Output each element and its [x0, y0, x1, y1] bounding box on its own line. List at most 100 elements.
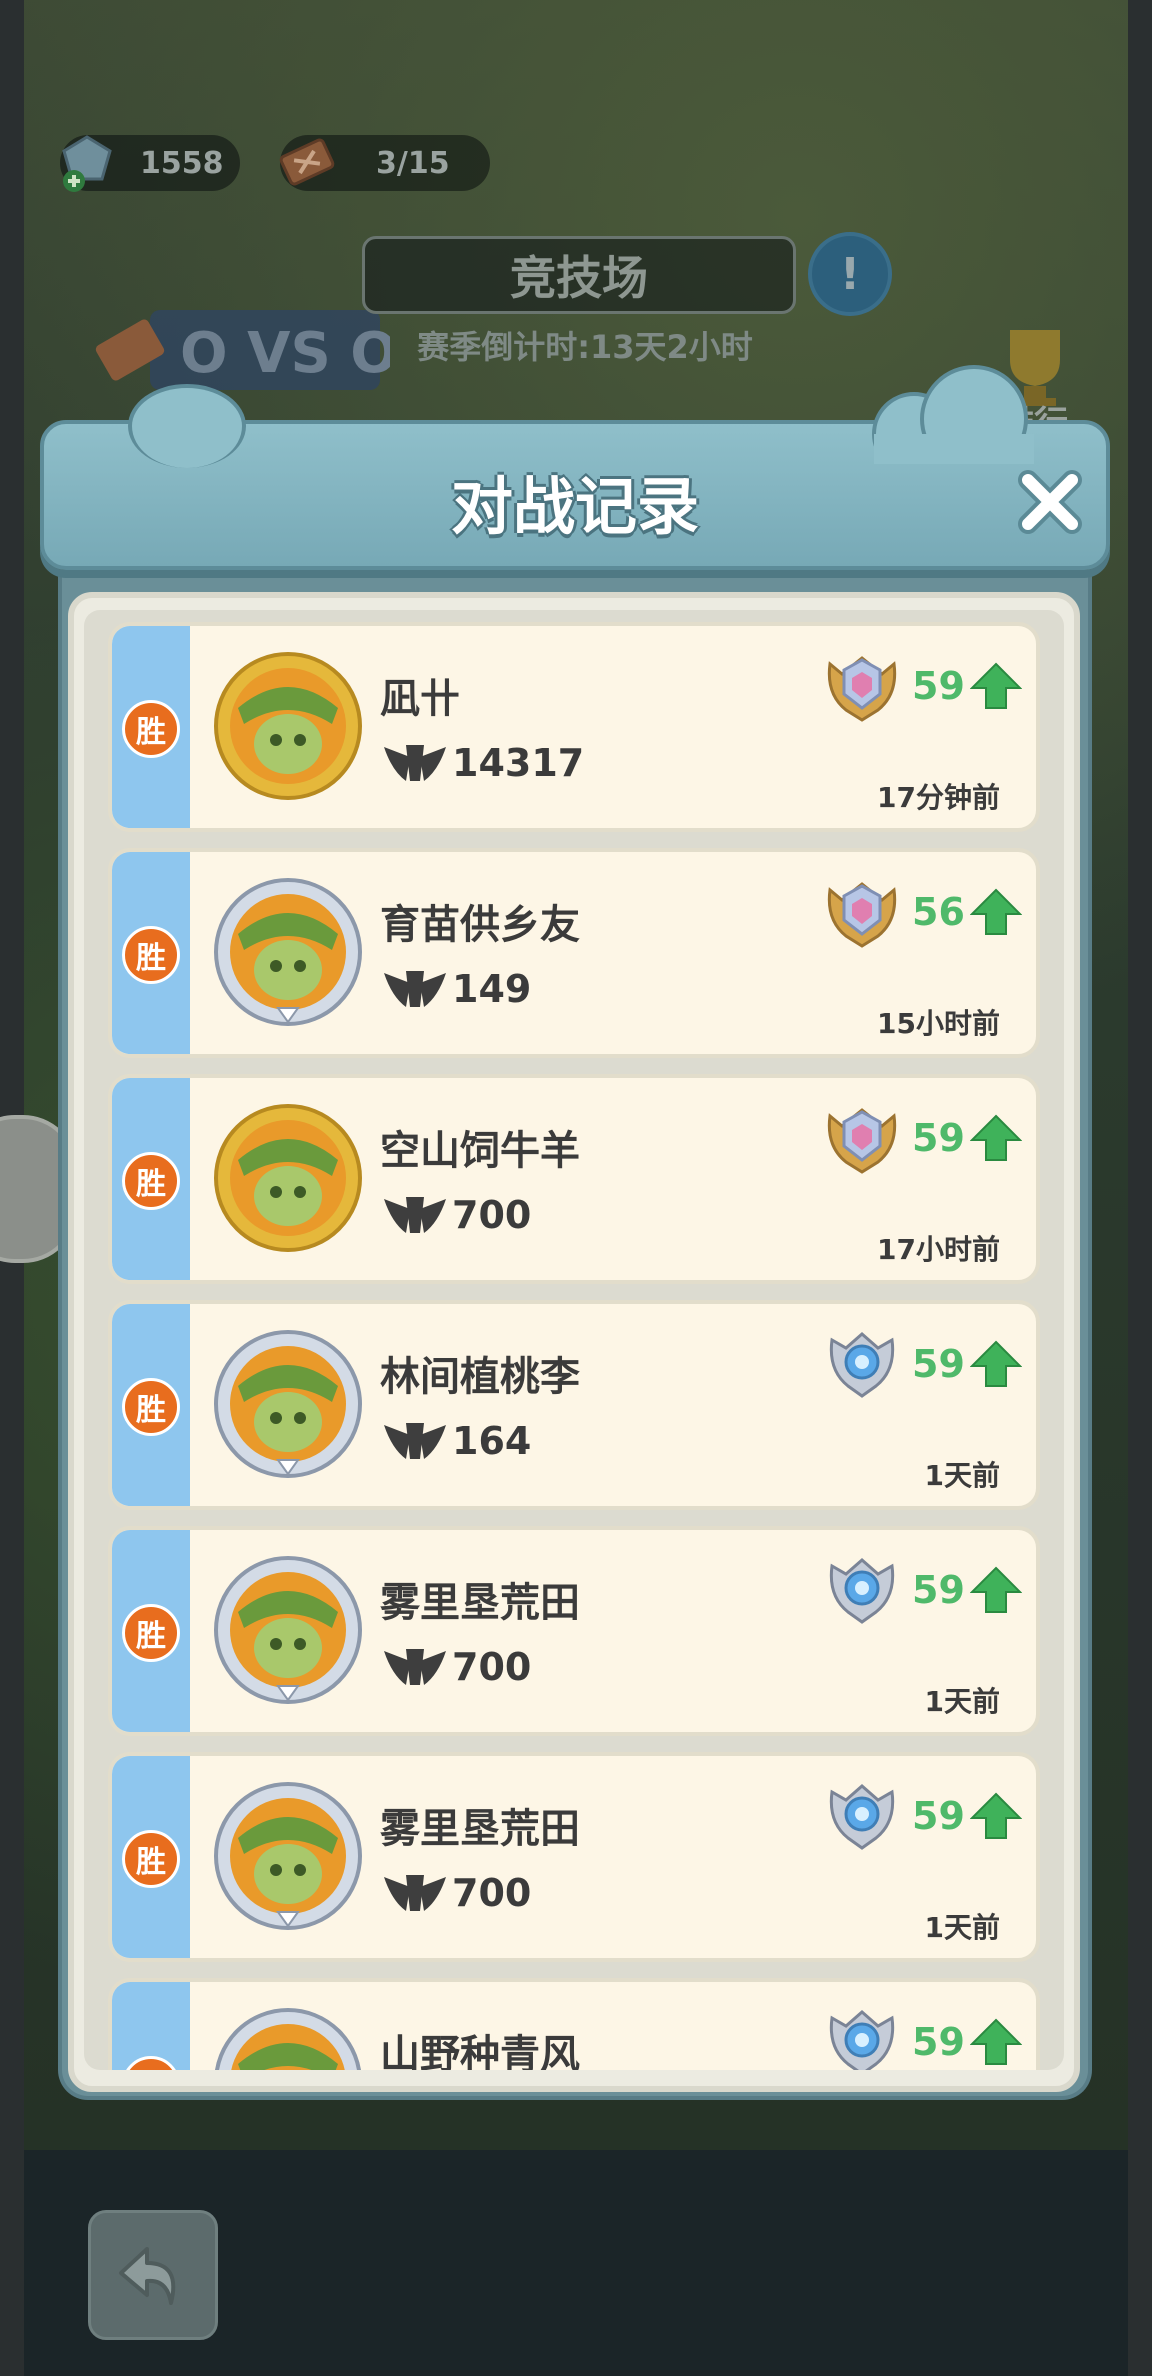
up-arrow-icon — [970, 1792, 1022, 1839]
up-arrow-icon — [970, 1340, 1022, 1387]
power-value: 14317 — [452, 741, 585, 785]
result-strip: 胜 — [112, 1982, 190, 2070]
score-value: 56 — [912, 890, 965, 934]
rank-badge-icon — [829, 2010, 895, 2070]
power-icon — [384, 1197, 446, 1233]
record-card[interactable]: 胜 空山饲牛羊 700 59 17小时前 — [108, 1074, 1040, 1284]
record-card[interactable]: 胜 山野种青风 59 — [108, 1978, 1040, 2070]
back-arrow-icon — [119, 2247, 176, 2305]
rank-badge-icon — [827, 1108, 897, 1174]
battle-record-dialog: 对战记录 胜凪卄 14317 59 17分钟前胜育苗供乡友 149 56 15小时前胜空山饲… — [40, 365, 1110, 2120]
power-icon — [384, 745, 446, 781]
score-value: 59 — [912, 1568, 965, 1612]
win-badge: 胜 — [122, 1830, 180, 1888]
power-row: 164 — [380, 1416, 531, 1466]
record-card[interactable]: 胜 雾里垦荒田 700 59 1天前 — [108, 1752, 1040, 1962]
up-arrow-icon — [970, 1114, 1022, 1161]
power-value: 700 — [452, 1193, 532, 1237]
record-time: 17分钟前 — [877, 781, 1000, 814]
arena-title: 竞技场 — [362, 236, 796, 314]
record-list[interactable]: 胜凪卄 14317 59 17分钟前胜育苗供乡友 149 56 15小时前胜空山饲牛羊 700… — [84, 610, 1064, 2070]
ticket-count: 3/15 — [376, 145, 450, 181]
player-avatar[interactable] — [208, 2002, 368, 2070]
season-countdown: 赛季倒计时:13天2小时 — [417, 328, 753, 366]
result-strip: 胜 — [112, 1530, 190, 1732]
player-name: 空山饲牛羊 — [380, 1128, 580, 1174]
record-card[interactable]: 胜 林间植桃李 164 59 1天前 — [108, 1300, 1040, 1510]
score-value: 59 — [912, 1794, 965, 1838]
power-value: 700 — [452, 1645, 532, 1689]
right-edge — [1128, 0, 1152, 2376]
record-time: 15小时前 — [877, 1007, 1000, 1040]
up-arrow-icon — [970, 2018, 1022, 2065]
rank-badge-icon — [829, 1558, 895, 1624]
power-icon — [384, 1649, 446, 1685]
player-name: 林间植桃李 — [380, 1354, 580, 1400]
rank-badge-icon — [827, 882, 897, 948]
result-strip: 胜 — [112, 852, 190, 1054]
player-name: 雾里垦荒田 — [380, 1806, 580, 1852]
up-arrow-icon — [970, 662, 1022, 709]
player-avatar[interactable] — [208, 872, 368, 1032]
rank-badge-icon — [829, 1784, 895, 1850]
score-value: 59 — [912, 664, 965, 708]
dialog-title: 对战记录 — [450, 470, 699, 543]
player-avatar[interactable] — [208, 1324, 368, 1484]
record-card[interactable]: 胜 凪卄 14317 59 17分钟前 — [108, 622, 1040, 832]
gem-count: 1558 — [140, 145, 224, 181]
result-strip: 胜 — [112, 1304, 190, 1506]
win-badge: 胜 — [122, 1604, 180, 1662]
power-icon — [384, 1423, 446, 1459]
svg-text:O VS OO: O VS OO — [180, 321, 390, 386]
vs-banner-decoration: O VS OO — [95, 310, 390, 390]
win-badge: 胜 — [122, 1378, 180, 1436]
score-value: 59 — [912, 2020, 965, 2064]
player-avatar[interactable] — [208, 1098, 368, 1258]
score-value: 59 — [912, 1342, 965, 1386]
power-row: 149 — [380, 964, 531, 1014]
ticket-counter: 3/15 — [279, 135, 490, 191]
rank-badge-icon — [829, 1332, 895, 1398]
up-arrow-icon — [970, 1566, 1022, 1613]
power-row: 14317 — [380, 738, 584, 788]
rank-badge-icon — [827, 656, 897, 722]
power-value: 149 — [452, 967, 532, 1011]
player-name: 凪卄 — [380, 676, 460, 722]
player-avatar[interactable] — [208, 646, 368, 806]
back-button[interactable] — [88, 2210, 218, 2340]
result-strip: 胜 — [112, 626, 190, 828]
win-badge: 胜 — [122, 1152, 180, 1210]
player-name: 山野种青风 — [380, 2032, 580, 2070]
record-time: 1天前 — [924, 1685, 1000, 1718]
dialog-header: 对战记录 — [40, 365, 1110, 570]
close-icon[interactable] — [1012, 464, 1088, 540]
power-value: 700 — [452, 1871, 532, 1915]
ticket-icon — [279, 138, 335, 186]
player-avatar[interactable] — [208, 1776, 368, 1936]
record-list-frame: 胜凪卄 14317 59 17分钟前胜育苗供乡友 149 56 15小时前胜空山饲牛羊 700… — [68, 592, 1080, 2092]
record-time: 17小时前 — [877, 1233, 1000, 1266]
power-icon — [384, 971, 446, 1007]
record-card[interactable]: 胜 雾里垦荒田 700 59 1天前 — [108, 1526, 1040, 1736]
gem-counter[interactable]: 1558 — [60, 135, 240, 192]
power-row: 700 — [380, 1190, 531, 1240]
info-button[interactable]: ! — [808, 232, 892, 316]
win-badge: 胜 — [122, 926, 180, 984]
result-strip: 胜 — [112, 1078, 190, 1280]
power-row: 700 — [380, 1868, 531, 1918]
header-cloud-decoration — [872, 365, 1034, 464]
gem-plus-icon[interactable] — [54, 129, 120, 195]
win-badge: 胜 — [122, 2056, 180, 2070]
power-row: 700 — [380, 1642, 531, 1692]
win-badge: 胜 — [122, 700, 180, 758]
score-value: 59 — [912, 1116, 965, 1160]
up-arrow-icon — [970, 888, 1022, 935]
record-time: 1天前 — [924, 1459, 1000, 1492]
power-value: 164 — [452, 1419, 532, 1463]
player-name: 雾里垦荒田 — [380, 1580, 580, 1626]
record-time: 1天前 — [924, 1911, 1000, 1944]
power-icon — [384, 1875, 446, 1911]
record-card[interactable]: 胜 育苗供乡友 149 56 15小时前 — [108, 848, 1040, 1058]
player-avatar[interactable] — [208, 1550, 368, 1710]
result-strip: 胜 — [112, 1756, 190, 1958]
